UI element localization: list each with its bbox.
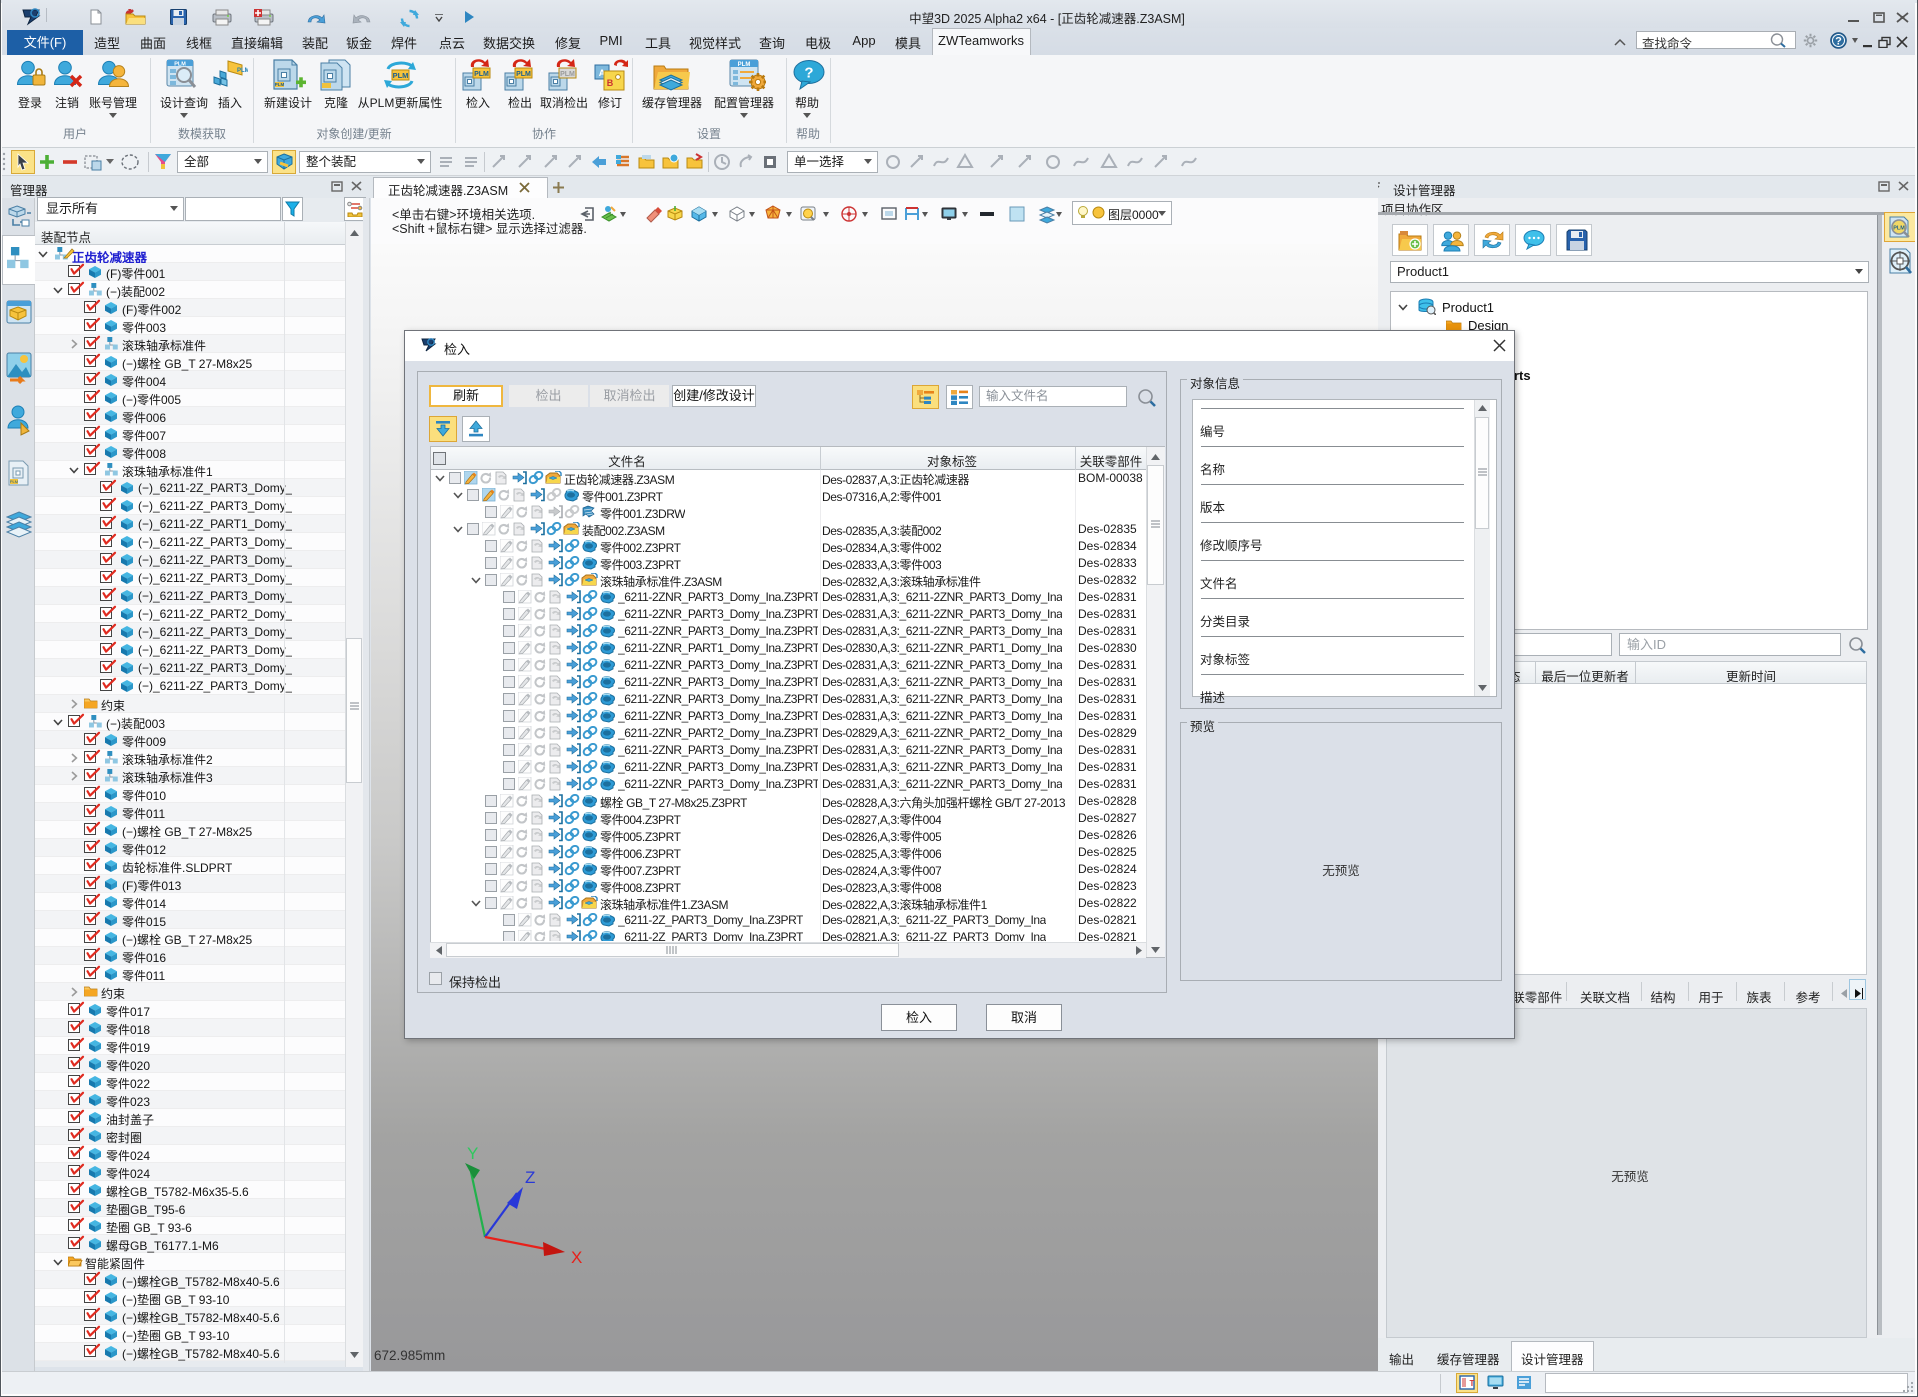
svg-text:PLM: PLM <box>10 479 18 484</box>
svg-text:PLM: PLM <box>237 68 248 74</box>
svg-text:PLM: PLM <box>393 71 409 80</box>
svg-text:B: B <box>607 78 614 88</box>
svg-text:?: ? <box>804 65 813 82</box>
svg-text:T: T <box>1470 1379 1475 1388</box>
svg-text:Y: Y <box>467 1145 478 1163</box>
svg-text:PLM: PLM <box>1893 226 1905 232</box>
svg-text:PLM: PLM <box>174 62 186 68</box>
svg-text:PLM: PLM <box>516 71 531 78</box>
svg-text:PLM: PLM <box>474 71 489 78</box>
svg-text:?: ? <box>1835 36 1842 48</box>
svg-text:PLM: PLM <box>560 71 575 78</box>
svg-text:PLM: PLM <box>275 82 285 87</box>
svg-text:X: X <box>571 1248 582 1267</box>
svg-text:PLM: PLM <box>738 62 751 68</box>
svg-text:Z: Z <box>525 1168 535 1187</box>
